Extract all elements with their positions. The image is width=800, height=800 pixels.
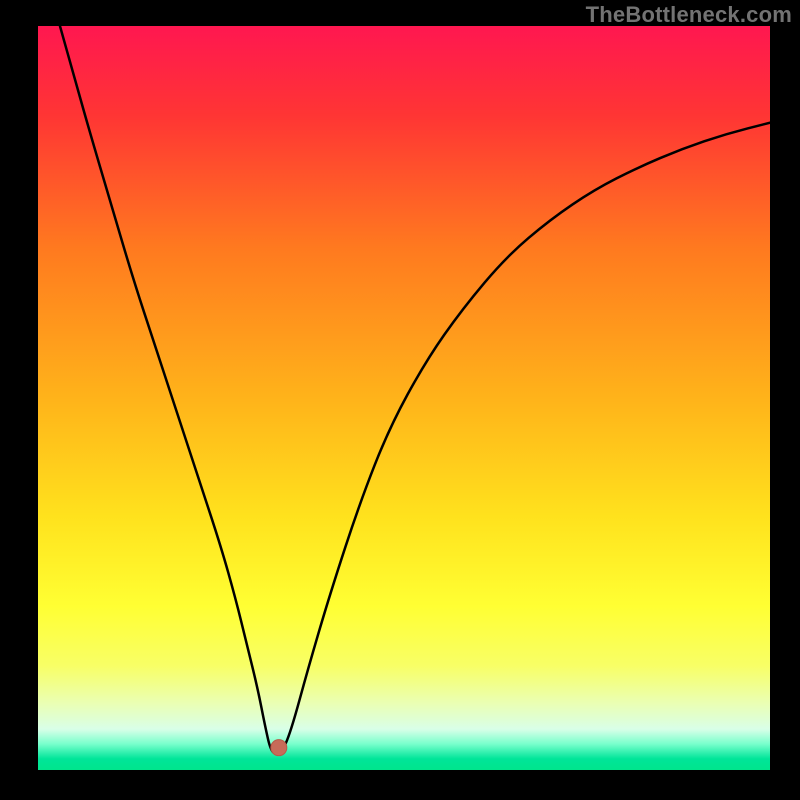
optimum-marker xyxy=(271,740,287,756)
plot-area xyxy=(38,26,770,770)
chart-svg xyxy=(38,26,770,770)
chart-frame: TheBottleneck.com xyxy=(0,0,800,800)
watermark-text: TheBottleneck.com xyxy=(586,2,792,28)
gradient-background xyxy=(38,26,770,770)
